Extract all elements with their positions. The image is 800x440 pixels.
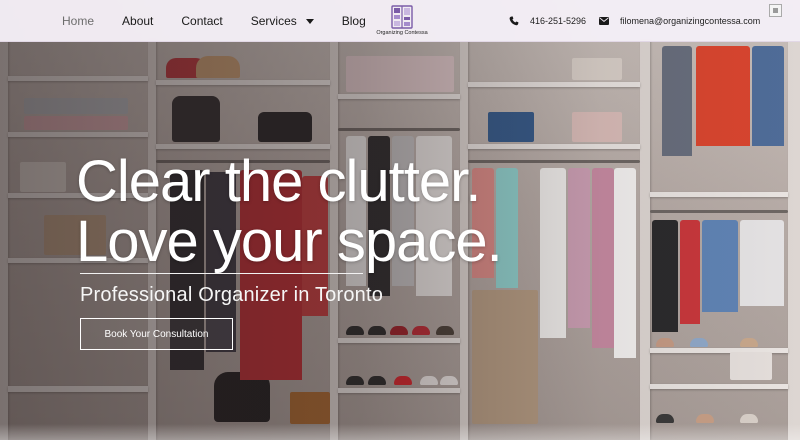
headline-line: Clear the clutter. bbox=[76, 149, 481, 214]
nav-item-blog[interactable]: Blog bbox=[342, 14, 366, 28]
site-header: Home About Contact Services Blog Organiz… bbox=[0, 0, 800, 42]
bottom-fade bbox=[0, 424, 800, 440]
nav-item-about[interactable]: About bbox=[122, 14, 153, 28]
nav-item-label: Home bbox=[62, 14, 95, 28]
window-icon[interactable] bbox=[769, 4, 782, 17]
contact-email[interactable]: filomena@organizingcontessa.com bbox=[599, 0, 760, 42]
nav-item-contact[interactable]: Contact bbox=[181, 14, 222, 28]
hero-headline: Clear the clutter. Love your space. bbox=[76, 149, 503, 274]
closet-icon bbox=[391, 5, 413, 29]
nav-item-label: Services bbox=[250, 14, 297, 28]
mail-icon bbox=[599, 17, 609, 25]
nav-item-services[interactable]: Services bbox=[251, 14, 314, 28]
phone-icon bbox=[509, 16, 519, 26]
nav-item-label: About bbox=[122, 14, 154, 28]
hero-subheadline: Professional Organizer in Toronto bbox=[80, 284, 384, 306]
logo-text: Organizing Contessa bbox=[376, 30, 428, 36]
caret-down-icon bbox=[305, 19, 314, 24]
book-consultation-button[interactable]: Book Your Consultation bbox=[80, 318, 233, 350]
hero-divider bbox=[80, 273, 363, 274]
site-logo[interactable]: Organizing Contessa bbox=[374, 5, 430, 39]
contact-phone[interactable]: 416-251-5296 bbox=[509, 0, 586, 42]
nav-item-label: Contact bbox=[181, 14, 223, 28]
headline-line: Love your space. bbox=[76, 209, 503, 274]
nav-item-home[interactable]: Home bbox=[62, 14, 94, 28]
email-address: filomena@organizingcontessa.com bbox=[620, 16, 761, 26]
nav-item-label: Blog bbox=[341, 14, 366, 28]
phone-number: 416-251-5296 bbox=[530, 16, 587, 26]
main-nav: Home About Contact Services Blog bbox=[62, 0, 394, 42]
